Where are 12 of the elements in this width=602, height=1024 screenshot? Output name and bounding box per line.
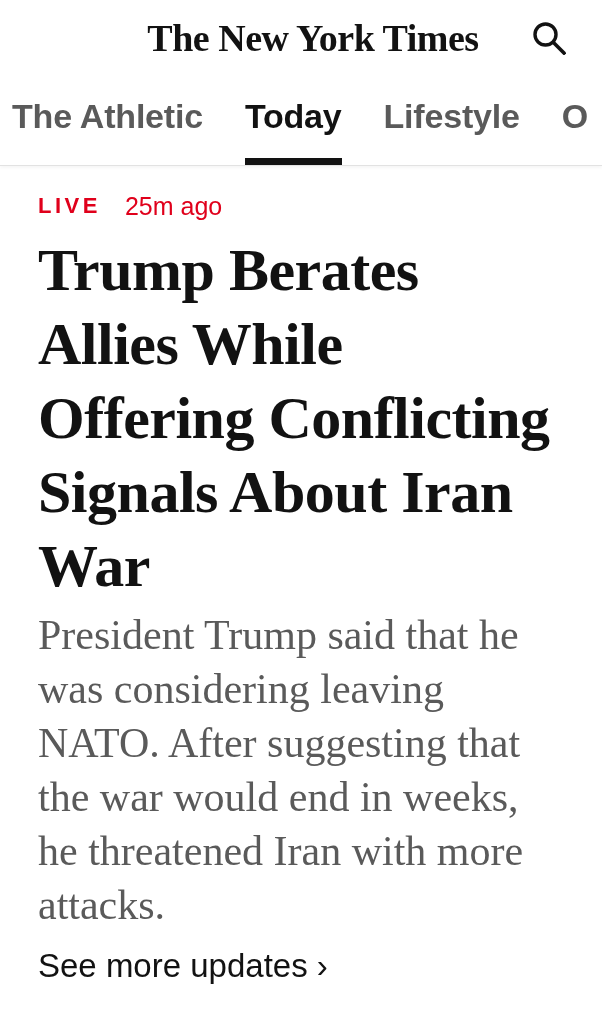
timestamp: 25m ago [124,191,223,221]
summary-text: President Trump said that he was considering leaving NATO. After suggesting that the war would end in weeks, he threatened Iran with more attacks. [38,611,525,930]
headline[interactable]: Trump Berates Allies While Offering Conflicting Signals About Iran War [38,233,558,603]
live-label: LIVE [38,192,101,220]
see-more-link[interactable]: See more updates › [38,946,328,986]
site-logo[interactable]: The New York Times [147,16,479,60]
nav-tab[interactable]: Today [235,76,351,165]
nav-tab[interactable]: Lifestyle [374,76,529,165]
search-button[interactable] [532,21,566,55]
search-icon [532,21,566,55]
nav-tab[interactable]: O [552,76,588,165]
nav-tab[interactable]: The Athletic [3,76,212,165]
